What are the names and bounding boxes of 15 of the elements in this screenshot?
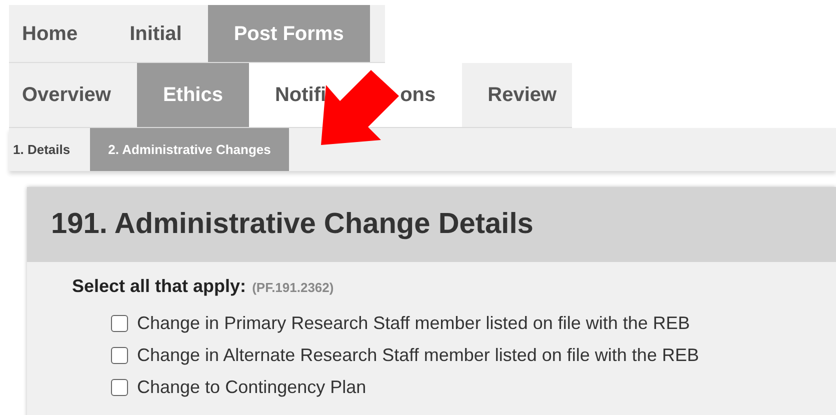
- main-tab[interactable]: Initial: [104, 5, 208, 62]
- option-label: Change to Contingency Plan: [137, 376, 366, 399]
- main-tab[interactable]: Home: [9, 5, 104, 62]
- checkbox[interactable]: [111, 379, 128, 396]
- section-tab[interactable]: Overview: [9, 63, 137, 127]
- question-label: Select all that apply:: [72, 275, 246, 298]
- option-label: Change in Alternate Research Staff member listed on file with the REB: [137, 344, 699, 367]
- checkbox[interactable]: [111, 347, 128, 364]
- checkbox[interactable]: [111, 315, 128, 332]
- question-code: (PF.191.2362): [252, 279, 334, 297]
- option-label: Change in Primary Research Staff member listed on file with the REB: [137, 312, 690, 335]
- step-tab[interactable]: 1. Details: [9, 128, 90, 171]
- section-tab[interactable]: Review: [462, 63, 583, 127]
- tab-label-end: ons: [400, 83, 436, 108]
- section-title: 191. Administrative Change Details: [51, 206, 534, 242]
